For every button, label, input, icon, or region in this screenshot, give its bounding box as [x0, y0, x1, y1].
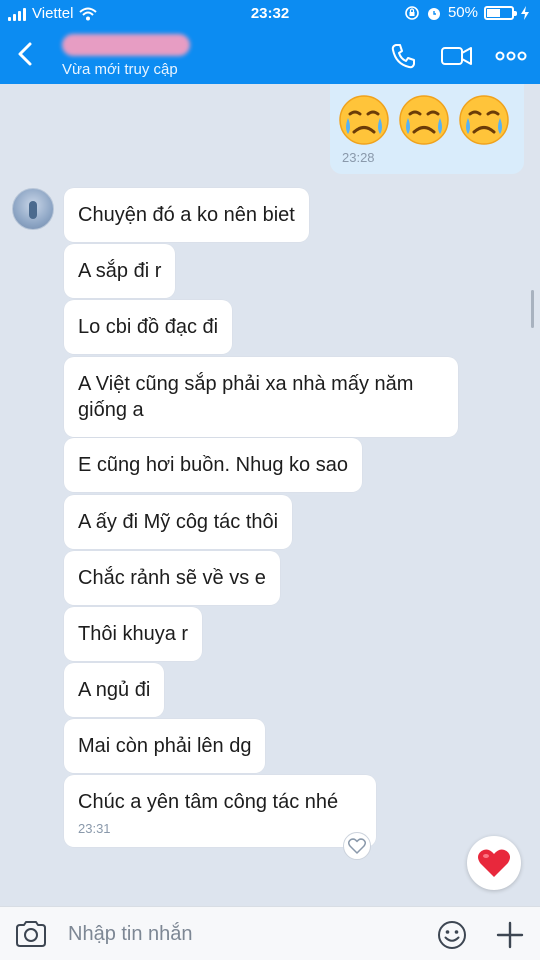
charging-icon	[521, 5, 529, 20]
received-message-bubble[interactable]: Chắc rảnh sẽ về vs e	[64, 551, 280, 605]
battery-percent: 50%	[447, 4, 478, 21]
scrollbar[interactable]	[531, 290, 534, 328]
message-input[interactable]: Nhập tin nhắn	[68, 923, 193, 946]
received-message-bubble[interactable]: Chuyện đó a ko nên biet	[64, 188, 309, 242]
received-message-bubble[interactable]: Chúc a yên tâm công tác nhé 23:31	[64, 775, 376, 847]
received-message-bubble[interactable]: A ấy đi Mỹ côg tác thôi	[64, 495, 293, 549]
battery-icon	[484, 5, 517, 20]
heart-icon	[477, 849, 511, 877]
crying-face-emoji	[399, 95, 449, 145]
top-bar: Viettel 23:32 50% Vừa mới truy cập	[0, 0, 540, 84]
plus-icon[interactable]	[494, 919, 526, 951]
phone-icon[interactable]	[387, 40, 419, 72]
emoji-sticker-icon[interactable]	[436, 919, 468, 951]
received-message-bubble[interactable]: Lo cbi đồ đạc đi	[64, 300, 233, 354]
alarm-icon	[427, 7, 440, 20]
heart-outline-icon	[348, 838, 366, 854]
message-text: E cũng hơi buồn. Nhug ko sao	[78, 454, 348, 476]
video-call-icon[interactable]	[440, 40, 474, 72]
received-message-bubble[interactable]: A Việt cũng sắp phải xa nhà mấy năm giốn…	[64, 357, 458, 437]
message-text: Mai còn phải lên dg	[78, 735, 252, 757]
crying-face-emoji	[339, 95, 389, 145]
more-icon[interactable]	[494, 40, 528, 72]
message-text: Lo cbi đồ đạc đi	[78, 316, 219, 338]
heart-reaction-button[interactable]	[467, 836, 521, 890]
message-text: Chúc a yên tâm công tác nhé	[78, 791, 339, 813]
received-message-bubble[interactable]: Thôi khuya r	[64, 607, 203, 661]
received-message-time: 23:31	[78, 821, 111, 836]
chat-header: Vừa mới truy cập	[0, 28, 540, 84]
message-text: Chắc rảnh sẽ về vs e	[78, 567, 266, 589]
status-bar: Viettel 23:32 50%	[0, 0, 540, 28]
contact-avatar[interactable]	[12, 188, 54, 230]
message-text: A ấy đi Mỹ côg tác thôi	[78, 511, 279, 533]
crying-face-emoji	[459, 95, 509, 145]
message-text: A Việt cũng sắp phải xa nhà mấy năm giốn…	[78, 373, 414, 421]
camera-icon[interactable]	[14, 919, 48, 949]
message-text: Thôi khuya r	[78, 623, 189, 645]
received-message-bubble[interactable]: A sắp đi r	[64, 244, 176, 298]
reaction-button[interactable]	[343, 832, 371, 860]
message-text: Chuyện đó a ko nên biet	[78, 204, 295, 226]
rotation-lock-icon	[405, 5, 419, 20]
status-right: 50%	[404, 4, 530, 21]
message-text: A sắp đi r	[78, 260, 162, 282]
sent-message-bubble[interactable]: 23:28	[330, 84, 524, 174]
received-message-bubble[interactable]: E cũng hơi buồn. Nhug ko sao	[64, 438, 362, 492]
back-arrow-icon[interactable]	[10, 38, 42, 70]
received-message-bubble[interactable]: A ngủ đi	[64, 663, 165, 717]
emoji-row	[338, 94, 510, 146]
sent-message-time: 23:28	[342, 150, 375, 165]
received-message-bubble[interactable]: Mai còn phải lên dg	[64, 719, 266, 773]
message-input-bar: Nhập tin nhắn	[0, 906, 540, 960]
contact-name-redacted[interactable]	[62, 34, 190, 56]
chat-area[interactable]: 23:28 Chuyện đó a ko nên biet A sắp đi r…	[0, 84, 540, 906]
presence-status: Vừa mới truy cập	[62, 61, 178, 78]
message-text: A ngủ đi	[78, 679, 151, 701]
